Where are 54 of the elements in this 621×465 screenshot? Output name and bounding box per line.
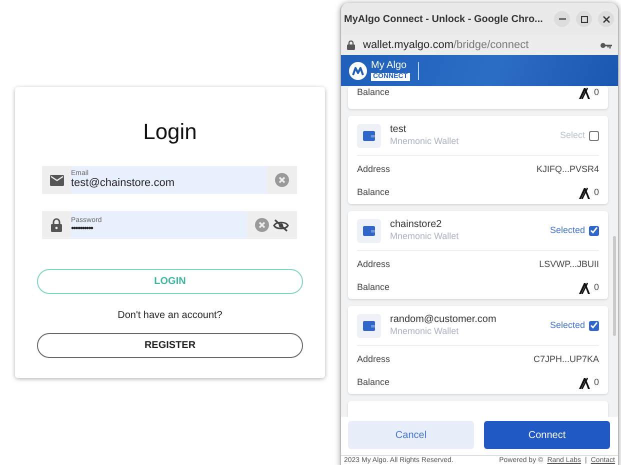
eye-off-icon[interactable] xyxy=(273,218,289,232)
row-label: Address xyxy=(357,258,390,271)
address-value: LSVWP...JBUII xyxy=(539,258,599,271)
maximize-button[interactable] xyxy=(576,11,592,27)
currency-icon xyxy=(578,282,590,294)
row-label: Balance xyxy=(357,86,390,99)
wallet-name: test xyxy=(390,124,408,136)
wallet-name: chainstore2 xyxy=(390,219,443,232)
balance-value: 0 xyxy=(594,280,599,294)
wallet-type: Mnemonic Wallet xyxy=(390,231,460,242)
scrollbar[interactable] xyxy=(613,236,616,336)
currency-icon xyxy=(578,86,590,99)
wallet-icon xyxy=(363,130,375,140)
wallet-type: Mnemonic Wallet xyxy=(390,136,460,147)
brand-name: My Algo xyxy=(371,60,408,72)
address-value: C7JPH...UP7KA xyxy=(533,352,599,366)
window-title: MyAlgo Connect - Unlock - Google Chro... xyxy=(344,12,544,26)
login-title: Login xyxy=(142,118,198,146)
close-icon xyxy=(602,16,610,22)
wallet-icon xyxy=(363,320,375,330)
register-button[interactable]: REGISTER xyxy=(37,333,303,358)
minimize-button[interactable] xyxy=(554,11,570,27)
lock-icon xyxy=(347,40,355,50)
field-value: •••••••••• xyxy=(71,224,94,234)
signup-prompt: Don't have an account? xyxy=(116,309,224,323)
row-label: Balance xyxy=(357,280,390,294)
maximize-icon xyxy=(580,16,588,22)
field-value: test@chainstore.com xyxy=(71,177,176,190)
checkmark-icon xyxy=(590,322,598,329)
wallet-name: random@customer.com xyxy=(390,314,498,326)
logo-icon xyxy=(349,62,367,80)
close-button[interactable] xyxy=(598,11,614,27)
connect-button[interactable]: Connect xyxy=(484,421,610,449)
key-icon[interactable] xyxy=(600,42,612,48)
address-value: KJIFQ...PVSR4 xyxy=(536,162,599,176)
select-checkbox[interactable]: Selected xyxy=(550,224,599,238)
select-checkbox[interactable]: Selected xyxy=(550,318,599,332)
row-label: Balance xyxy=(357,376,390,389)
checkmark-icon xyxy=(590,227,598,234)
row-label: Address xyxy=(357,352,390,366)
row-label: Balance xyxy=(357,186,390,199)
lock-icon xyxy=(51,218,62,232)
wallet-icon xyxy=(363,226,375,236)
balance-value: 0 xyxy=(594,186,599,199)
balance-value: 0 xyxy=(594,376,599,389)
currency-icon xyxy=(578,186,590,198)
balance-value: 0 xyxy=(594,86,599,99)
url-text: wallet.myalgo.com/bridge/connect xyxy=(363,38,530,53)
wallet-type: Mnemonic Wallet xyxy=(390,326,460,337)
cancel-button[interactable]: Cancel xyxy=(348,421,474,449)
currency-icon xyxy=(578,376,590,388)
minimize-icon xyxy=(558,18,566,20)
mail-icon xyxy=(50,174,64,186)
row-label: Address xyxy=(357,162,390,176)
